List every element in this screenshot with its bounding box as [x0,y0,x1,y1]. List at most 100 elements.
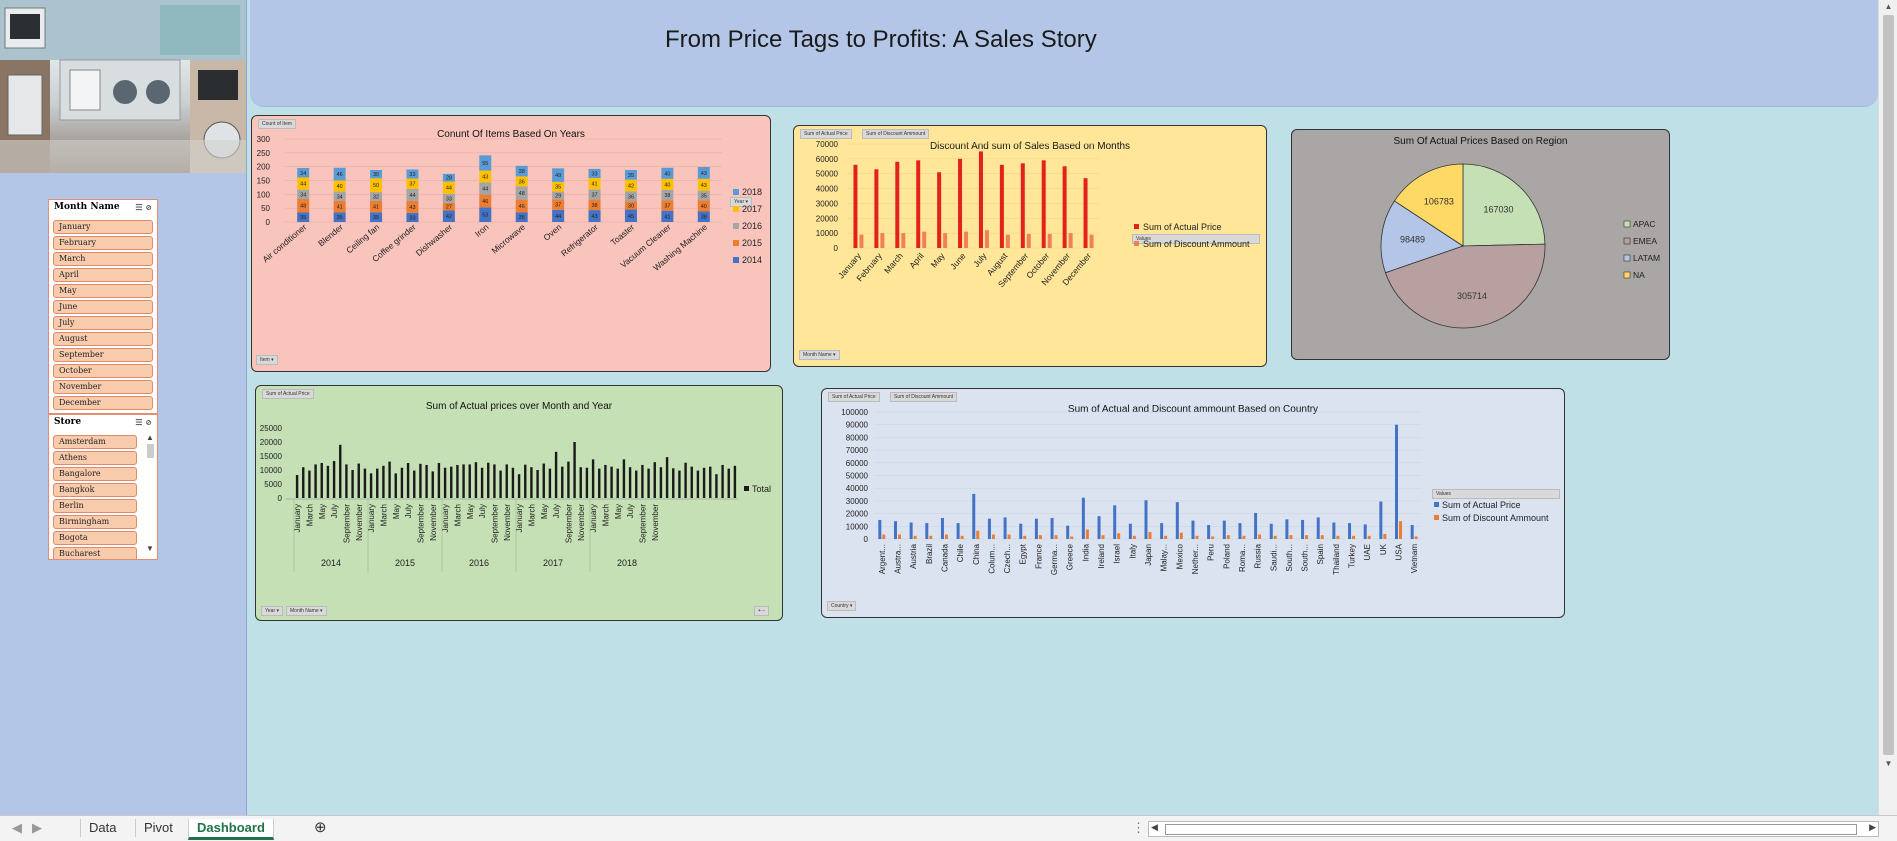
actual-discount-country-chart[interactable]: Sum of Actual Price Sum of Discount Ammo… [821,388,1565,618]
bar-total [295,475,299,498]
scroll-thumb[interactable] [1883,15,1894,755]
discount-sales-months-chart[interactable]: Sum of Actual Price Sum of Discount Ammo… [793,125,1267,367]
pie-data-label: 98489 [1400,235,1425,245]
x-tick-label: Egypt [1019,543,1028,564]
bar-total [715,474,718,498]
month-slicer-item[interactable]: June [53,300,153,314]
y-tick-label: 200 [257,163,271,172]
data-label: 46 [519,204,525,210]
store-slicer-item[interactable]: Bangalore [53,467,137,481]
x-month-label: March [379,504,388,526]
bar-total [659,467,663,498]
month-slicer-item[interactable]: July [53,316,153,330]
month-slicer-item[interactable]: August [53,332,153,346]
bar-total [598,468,601,498]
legend-swatch [1623,271,1631,279]
data-label: 40 [701,204,707,210]
legend-swatch [1134,224,1139,229]
x-tick-label: Austria [909,543,918,568]
store-slicer[interactable]: Store ☰ ⊘ Amsterdam Athens Bangalore Bangko… [48,414,158,560]
bar-actual-price [1379,501,1383,539]
month-slicer-item[interactable]: December [53,396,153,410]
multi-select-icon[interactable]: ☰ ⊘ [135,417,152,427]
x-tick-label: USA [1395,543,1404,560]
data-label: 49 [555,173,561,179]
scroll-down-icon[interactable]: ▼ [1879,759,1897,768]
bar-discount [882,534,886,539]
bar-total [332,461,336,498]
bar-total [665,457,669,498]
month-slicer-item[interactable]: February [53,236,153,250]
bar-total [345,464,348,498]
bar-discount [1414,536,1418,539]
store-slicer-item[interactable]: Bogota [53,531,137,545]
month-slicer-item[interactable]: September [53,348,153,362]
scroll-thumb[interactable] [147,444,154,458]
legend-swatch [1134,241,1139,246]
data-label: 37 [555,203,561,209]
y-tick-label: 20000 [846,510,869,519]
bar-actual-price [987,518,991,539]
bar-actual-price [1348,523,1352,539]
bar-total [425,464,428,498]
store-slicer-item[interactable]: Bucharest [53,547,137,559]
x-tick-label: July [971,250,989,269]
bar-discount [922,231,927,248]
store-slicer-item[interactable]: Athens [53,451,137,465]
scroll-up-icon[interactable]: ▲ [1879,2,1897,11]
store-slicer-item[interactable]: Amsterdam [53,435,137,449]
bar-discount [1399,521,1403,539]
x-month-label: November [429,504,438,541]
tab-data[interactable]: Data [80,819,124,837]
bar-total [536,470,539,498]
month-slicer-item[interactable]: January [53,220,153,234]
prices-by-region-chart[interactable]: Sum Of Actual Prices Based on Region 167… [1291,129,1670,360]
month-slicer-item[interactable]: November [53,380,153,394]
data-label: 44 [300,182,306,188]
data-label: 42 [446,214,452,220]
store-slicer-item[interactable]: Birmingham [53,515,137,529]
bar-actual-price [1066,525,1070,539]
scroll-down-icon[interactable]: ▼ [146,544,154,553]
x-tick-label: Colum... [987,544,996,574]
store-slicer-item[interactable]: Berlin [53,499,137,513]
scroll-right-icon[interactable]: ▶ [1869,822,1876,833]
scroll-left-icon[interactable]: ◀ [1151,822,1158,833]
x-tick-label: Iron [473,222,491,239]
bar-discount [1047,233,1052,248]
x-year-label: 2016 [469,558,489,568]
scroll-thumb[interactable] [1165,824,1857,835]
legend-label: APAC [1633,219,1656,229]
next-sheet-icon[interactable]: ▶ [24,819,50,837]
tab-dashboard[interactable]: Dashboard [188,819,274,840]
horizontal-scrollbar[interactable]: ◀ ▶ [1148,821,1879,837]
month-slicer-item[interactable]: March [53,252,153,266]
y-tick-label: 70000 [816,140,839,149]
items-by-years-chart[interactable]: Count of Item Conunt Of Items Based On Y… [251,115,771,372]
scroll-up-icon[interactable]: ▲ [146,433,155,442]
vertical-scrollbar[interactable]: ▲ ▼ [1878,0,1897,815]
data-label: 42 [628,183,634,189]
x-month-label: March [305,504,314,526]
x-tick-label: Turkey [1348,544,1357,568]
store-slicer-scrollbar[interactable]: ▲ ▼ [146,433,155,553]
bar-discount [964,231,969,248]
month-slicer-item[interactable]: May [53,284,153,298]
x-month-label: July [404,504,413,518]
bar-total [443,467,447,498]
month-slicer[interactable]: Month Name ☰ ⊘ January February March April… [48,199,158,414]
multi-select-icon[interactable]: ☰ ⊘ [135,202,152,212]
bar-discount [1148,532,1152,539]
legend-label: Sum of Actual Price [1442,500,1521,510]
tab-pivot[interactable]: Pivot [135,819,181,837]
month-slicer-item[interactable]: April [53,268,153,282]
data-label: 46 [337,172,343,178]
month-slicer-item[interactable]: October [53,364,153,378]
data-label: 43 [701,183,707,189]
prices-month-year-chart[interactable]: Sum of Actual Price Sum of Actual prices… [255,385,783,621]
x-tick-label: Roma... [1238,544,1247,572]
bar-discount [1054,535,1058,539]
add-sheet-icon[interactable]: ⊕ [306,819,335,837]
data-label: 41 [373,205,379,211]
store-slicer-item[interactable]: Bangkok [53,483,137,497]
